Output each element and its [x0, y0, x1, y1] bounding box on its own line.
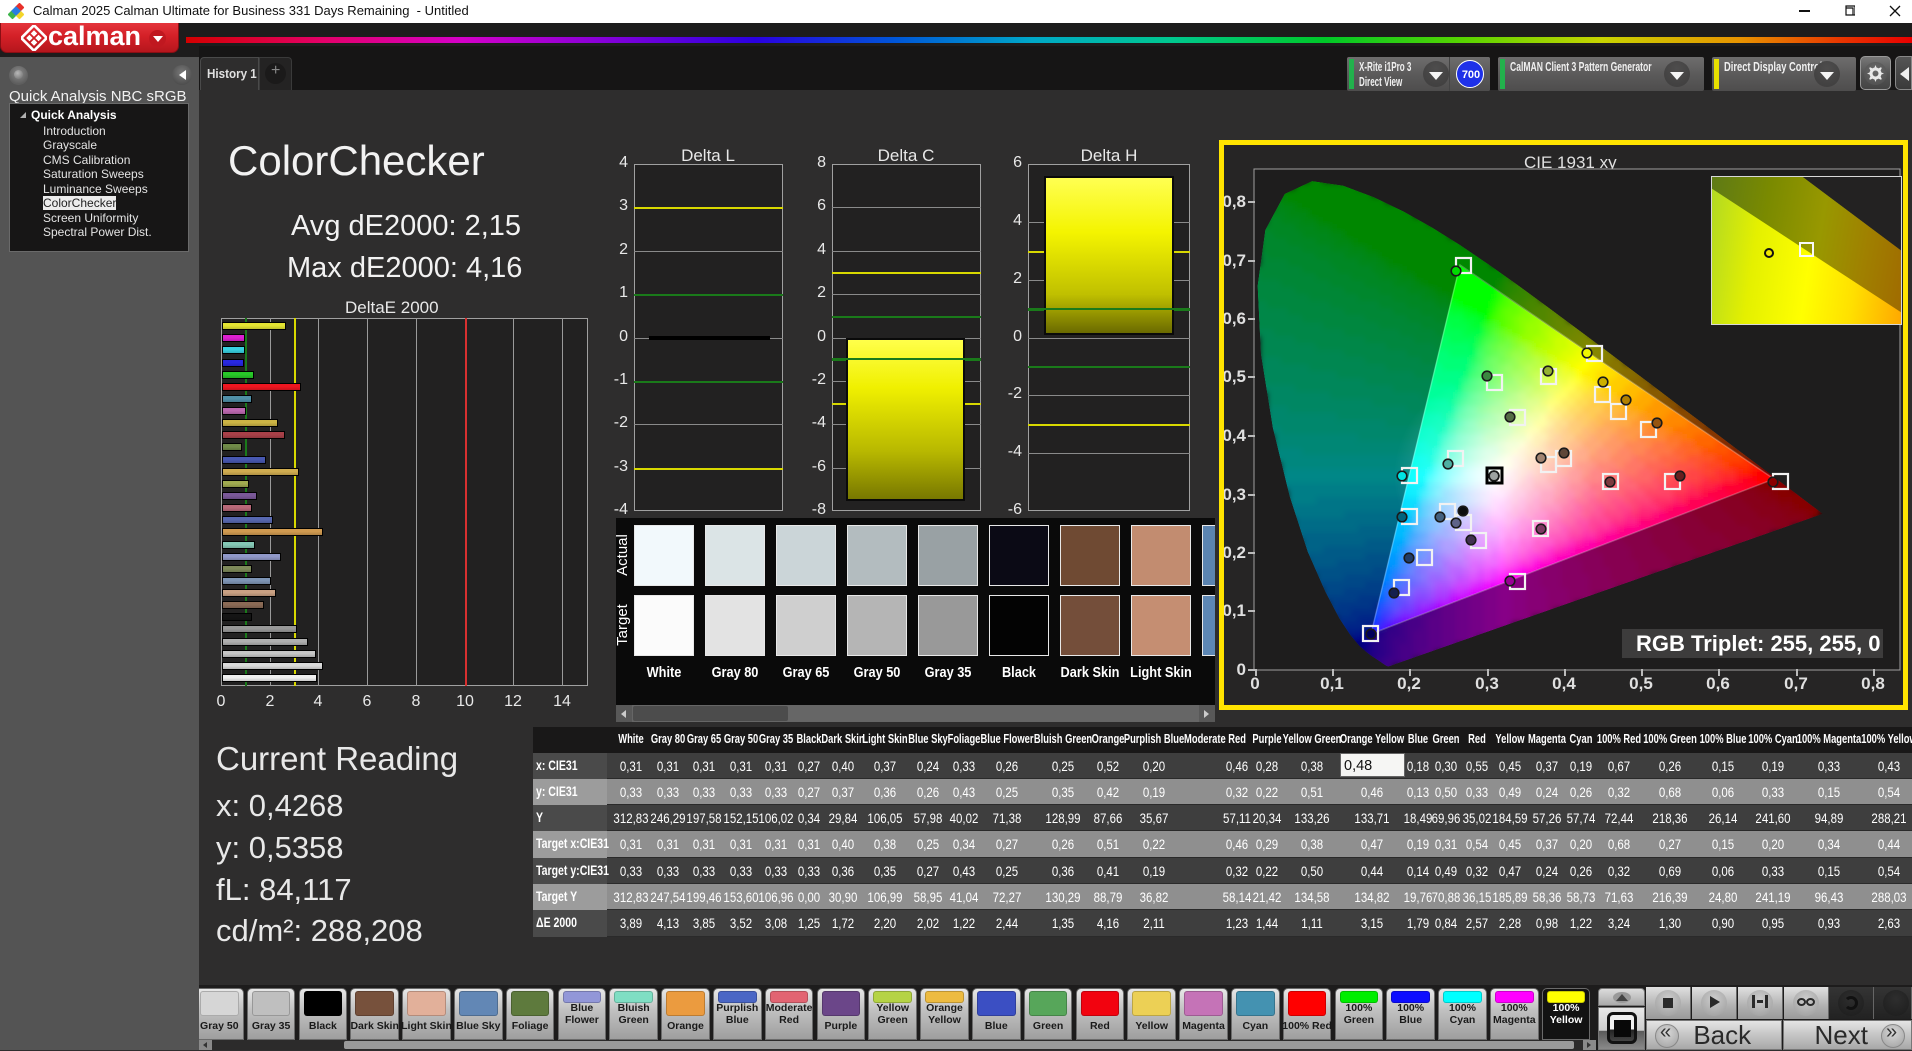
svg-text:0,3: 0,3: [1475, 674, 1499, 693]
svg-text:0,5: 0,5: [1629, 674, 1653, 693]
svg-text:0,2: 0,2: [1397, 674, 1421, 693]
svg-text:0,1: 0,1: [1224, 601, 1246, 620]
svg-text:0,6: 0,6: [1706, 674, 1730, 693]
svg-text:0,4: 0,4: [1224, 426, 1247, 445]
svg-text:0,2: 0,2: [1224, 543, 1246, 562]
svg-text:0: 0: [1237, 660, 1246, 679]
svg-text:0,6: 0,6: [1224, 309, 1246, 328]
svg-text:0,8: 0,8: [1861, 674, 1885, 693]
svg-text:0,3: 0,3: [1224, 485, 1246, 504]
svg-text:0,7: 0,7: [1784, 674, 1808, 693]
svg-text:0,5: 0,5: [1224, 367, 1246, 386]
svg-text:0,1: 0,1: [1320, 674, 1344, 693]
svg-text:0: 0: [1250, 674, 1259, 693]
svg-text:0,4: 0,4: [1552, 674, 1576, 693]
svg-text:0,7: 0,7: [1224, 251, 1246, 270]
svg-text:0,8: 0,8: [1224, 192, 1246, 211]
